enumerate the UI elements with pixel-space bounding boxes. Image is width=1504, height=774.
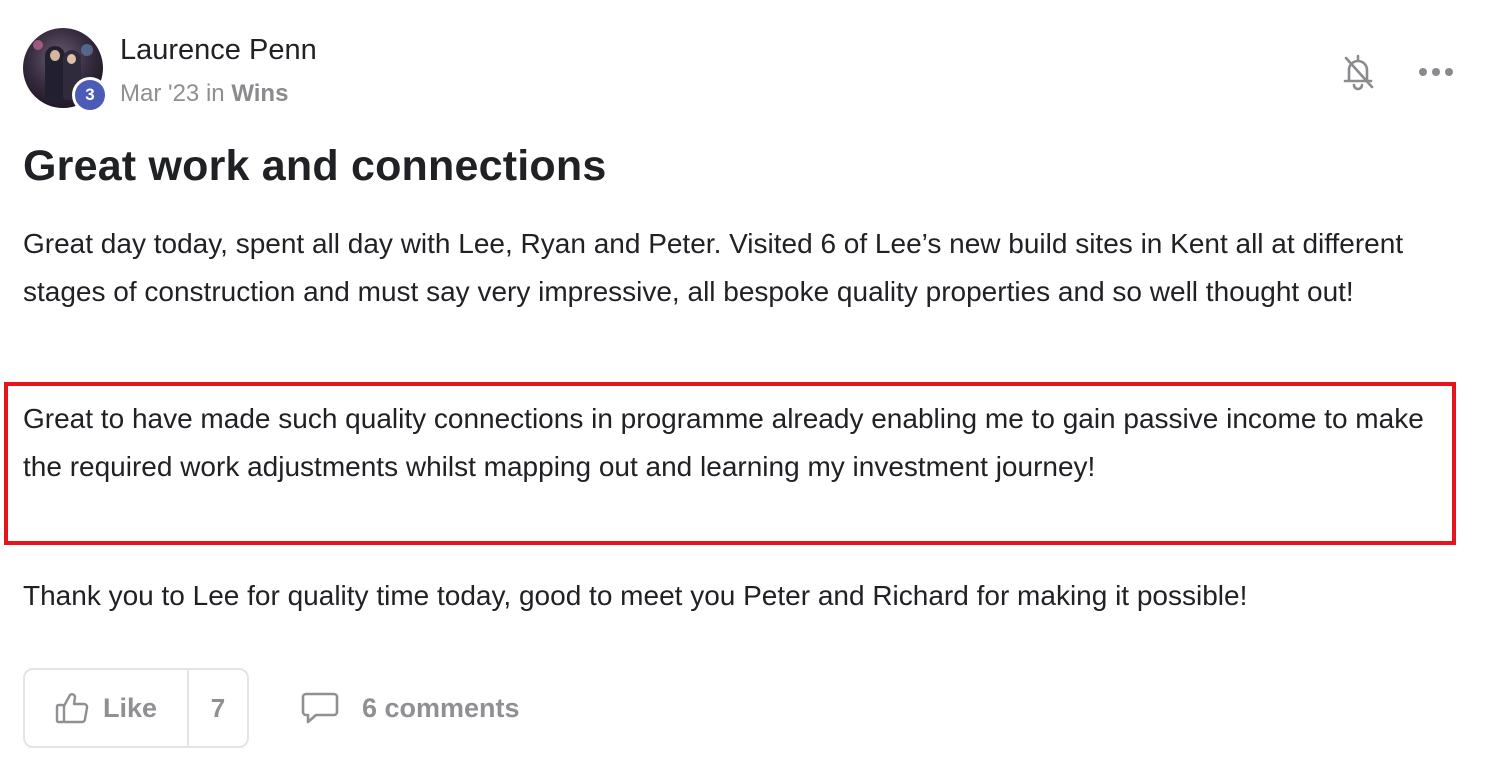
avatar-light bbox=[33, 40, 43, 50]
post-paragraph: Great day today, spent all day with Lee,… bbox=[23, 228, 1404, 307]
post-category-link[interactable]: Wins bbox=[231, 80, 288, 107]
post-date: Mar '23 bbox=[120, 80, 200, 107]
avatar-light bbox=[81, 44, 93, 56]
post-paragraph: Great to have made such quality connecti… bbox=[23, 403, 1424, 482]
post-title: Great work and connections bbox=[23, 142, 607, 190]
thumbs-up-icon bbox=[55, 693, 89, 724]
avatar-face bbox=[50, 50, 60, 61]
like-count[interactable]: 7 bbox=[189, 670, 247, 746]
more-horizontal-icon bbox=[1419, 68, 1453, 76]
bell-off-icon bbox=[1343, 54, 1374, 91]
comments-label: 6 comments bbox=[362, 692, 520, 723]
meta-in-word: in bbox=[205, 80, 225, 107]
like-control: Like 7 bbox=[23, 668, 249, 748]
like-label: Like bbox=[102, 692, 158, 723]
avatar-face bbox=[67, 54, 76, 64]
like-button[interactable]: Like bbox=[25, 670, 189, 746]
comments-link[interactable]: 6 comments bbox=[300, 686, 520, 730]
post-meta: Mar '23 in Wins bbox=[120, 80, 288, 108]
post-card: 3 Laurence Penn Mar '23 in Wins Great wo… bbox=[0, 0, 1504, 774]
author-name[interactable]: Laurence Penn bbox=[120, 34, 317, 67]
more-options-button[interactable] bbox=[1414, 52, 1458, 92]
post-paragraph: Thank you to Lee for quality time today,… bbox=[23, 580, 1248, 611]
comment-bubble-icon bbox=[301, 692, 339, 724]
notifications-toggle-button[interactable] bbox=[1336, 50, 1380, 94]
level-badge: 3 bbox=[72, 77, 108, 113]
